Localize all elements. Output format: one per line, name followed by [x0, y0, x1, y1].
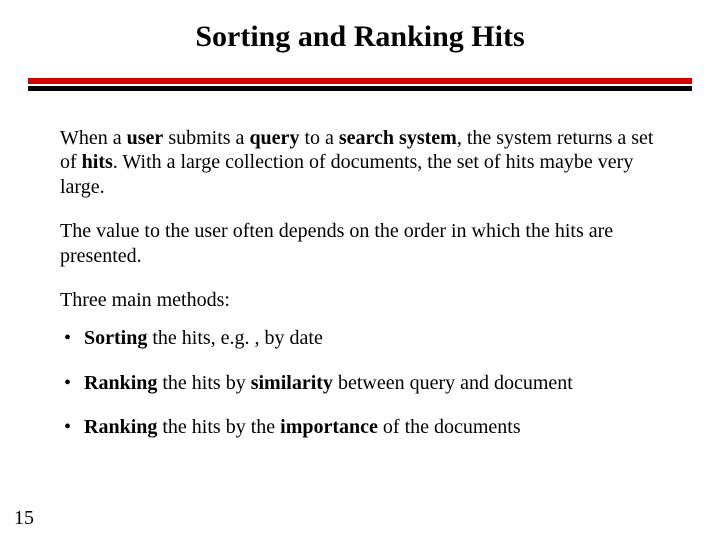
paragraph-2: The value to the user often depends on t…: [60, 219, 660, 268]
rule-black: [28, 86, 692, 91]
slide: Sorting and Ranking Hits When a user sub…: [0, 0, 720, 540]
methods-intro: Three main methods:: [60, 288, 660, 312]
paragraph-1: When a user submits a query to a search …: [60, 126, 660, 199]
bullet-item: Sorting the hits, e.g. , by date: [60, 326, 660, 350]
page-number: 15: [14, 507, 34, 530]
slide-body: When a user submits a query to a search …: [60, 126, 660, 440]
bullet-item: Ranking the hits by the importance of th…: [60, 415, 660, 439]
slide-title: Sorting and Ranking Hits: [0, 20, 720, 54]
title-underline: [28, 78, 692, 91]
bullet-list: Sorting the hits, e.g. , by date Ranking…: [60, 326, 660, 439]
bullet-item: Ranking the hits by similarity between q…: [60, 371, 660, 395]
